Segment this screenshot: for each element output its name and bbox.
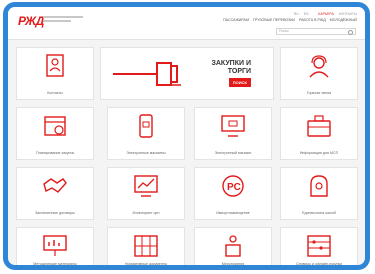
tile-price-monitoring[interactable]: Мониторинг цен: [107, 167, 185, 220]
tile-events[interactable]: Мероприятия: [194, 227, 272, 266]
site-header: РЖД Ru En Карьера Контакты Пассажирам Гр…: [8, 7, 365, 40]
tile-import-substitution[interactable]: PC Импортозамещение: [194, 167, 272, 220]
tile-complaints[interactable]: Единая книга жалоб: [280, 167, 358, 220]
top-link-active[interactable]: Карьера: [318, 12, 333, 16]
contacts-book-icon: [46, 54, 64, 77]
search-input[interactable]: Поиск: [276, 28, 356, 35]
search-icon[interactable]: [348, 30, 353, 35]
tile-label: Заключенные договоры: [35, 211, 75, 215]
top-link[interactable]: Контакты: [339, 12, 357, 16]
speaker-podium-icon: [225, 235, 241, 257]
handshake-icon: [43, 178, 67, 193]
tile-e-shop[interactable]: Электронный магазин: [194, 107, 272, 160]
procurement-title-line2: ТОРГИ: [227, 67, 251, 75]
tile-regulations[interactable]: Нормативные документы: [107, 227, 185, 266]
tile-label: Нормативные документы: [124, 262, 168, 266]
tile-label: Электронные магазины: [126, 151, 166, 155]
nav-item[interactable]: Грузовые перевозки: [253, 18, 295, 22]
main-nav: Пассажирам Грузовые перевозки Работа в Р…: [223, 18, 357, 22]
pc-badge-icon: PC: [222, 175, 244, 197]
nav-item[interactable]: Работа в РЖД: [299, 18, 326, 22]
tile-procurement-banner[interactable]: ЗАКУПКИ И ТОРГИ ПОИСК: [100, 47, 274, 100]
tile-hotline[interactable]: Горячая линия: [280, 47, 358, 100]
top-link[interactable]: Ru: [294, 12, 299, 16]
tile-label: Мероприятия: [221, 262, 245, 266]
procurement-title: ЗАКУПКИ И ТОРГИ: [211, 60, 251, 75]
nav-item[interactable]: Пассажирам: [223, 18, 249, 22]
tile-label: Планирование закупок: [35, 151, 75, 155]
procurement-title-line1: ЗАКУПКИ И: [211, 60, 251, 67]
briefcase-icon: [307, 115, 331, 137]
presentation-board-icon: [43, 235, 67, 256]
chart-monitor-icon: [134, 175, 158, 197]
tile-planning[interactable]: Планирование закупок: [16, 107, 94, 160]
tile-label: Информация для МСП: [299, 151, 339, 155]
tile-contracts[interactable]: Заключенные договоры: [16, 167, 94, 220]
tile-label: Горячая линия: [306, 91, 332, 95]
mobile-cart-icon: [139, 114, 153, 138]
tile-label: Единая книга жалоб: [302, 211, 336, 215]
tile-label: Импортозамещение: [216, 211, 250, 215]
tile-label: Мониторинг цен: [132, 211, 160, 215]
arch-frame-icon: [310, 175, 328, 197]
calendar-clock-icon: [44, 116, 66, 136]
search-placeholder: Поиск: [279, 29, 289, 33]
tile-label: Электронный магазин: [214, 151, 252, 155]
rzd-logo[interactable]: РЖД: [18, 14, 44, 28]
tile-services[interactable]: Сервисы и офлайн-покупки: [280, 227, 358, 266]
tile-methodology[interactable]: Методические материалы: [16, 227, 94, 266]
tile-contacts[interactable]: Контакты: [16, 47, 94, 100]
svg-text:PC: PC: [227, 182, 241, 193]
abacus-icon: [307, 235, 331, 257]
top-links: Ru En Карьера Контакты: [294, 12, 357, 16]
documents-grid-icon: [134, 235, 158, 257]
top-link[interactable]: En: [304, 12, 309, 16]
tile-label: Контакты: [47, 91, 63, 95]
tile-label: Сервисы и офлайн-покупки: [296, 262, 342, 266]
button-label: ПОИСК: [232, 80, 247, 85]
auction-gavel-icon: [113, 62, 181, 86]
operator-headset-icon: [309, 55, 329, 78]
procurement-search-button[interactable]: ПОИСК: [228, 78, 251, 87]
logo-tagline: [43, 16, 83, 24]
monitor-cart-icon: [221, 115, 245, 137]
tile-sme-info[interactable]: Информация для МСП: [280, 107, 358, 160]
nav-item[interactable]: Молодёжный: [330, 18, 357, 22]
browser-frame: РЖД Ru En Карьера Контакты Пассажирам Гр…: [3, 2, 370, 270]
tile-label: Методические материалы: [33, 262, 77, 266]
tile-e-shops[interactable]: Электронные магазины: [107, 107, 185, 160]
